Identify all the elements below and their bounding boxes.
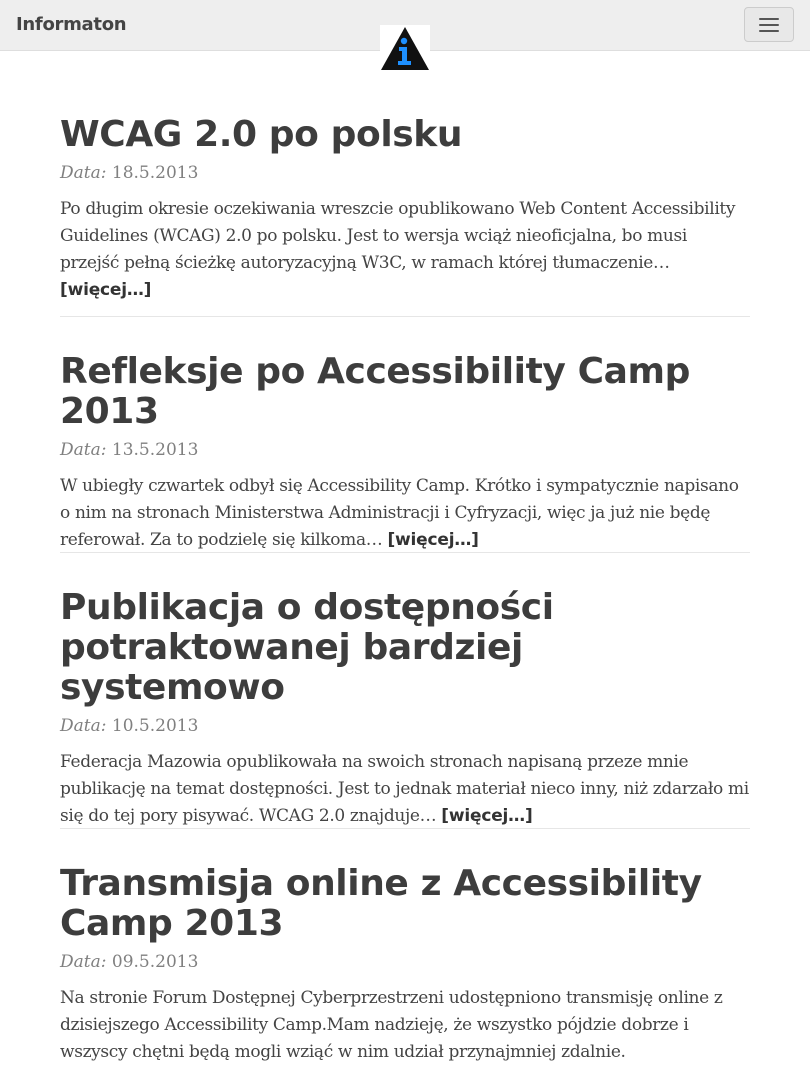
post-date: 09.5.2013: [111, 952, 199, 972]
post-title[interactable]: Refleksje po Accessibility Camp 2013: [60, 352, 750, 432]
post-date: 13.5.2013: [111, 440, 199, 460]
information-triangle-logo-icon[interactable]: [380, 25, 430, 71]
excerpt-text: Po długim okresie oczekiwania wreszcie o…: [60, 199, 736, 273]
post-excerpt: Federacja Mazowia opublikowała na swoich…: [60, 749, 750, 830]
excerpt-text: Federacja Mazowia opublikowała na swoich…: [60, 752, 749, 826]
date-label: Data:: [60, 163, 107, 183]
read-more-link[interactable]: [więcej…]: [441, 806, 532, 826]
post-title[interactable]: WCAG 2.0 po polsku: [60, 115, 750, 155]
post-excerpt: Po długim okresie oczekiwania wreszcie o…: [60, 196, 750, 304]
post-date: 10.5.2013: [111, 716, 199, 736]
post-title[interactable]: Publikacja o dostępności potraktowanej b…: [60, 588, 750, 708]
post-item: Transmisja online z Accessibility Camp 2…: [60, 864, 750, 1066]
post-excerpt: Na stronie Forum Dostępnej Cyberprzestrz…: [60, 985, 750, 1066]
brand-link[interactable]: Informaton: [16, 14, 127, 35]
post-excerpt: W ubiegły czwartek odbył się Accessibili…: [60, 473, 750, 554]
post-item: Publikacja o dostępności potraktowanej b…: [60, 588, 750, 830]
menu-toggle-button[interactable]: [744, 7, 794, 42]
hamburger-menu-icon: [759, 18, 779, 20]
read-more-link[interactable]: [więcej…]: [60, 280, 151, 300]
read-more-link[interactable]: [więcej…]: [387, 530, 478, 550]
excerpt-text: Na stronie Forum Dostępnej Cyberprzestrz…: [60, 988, 723, 1062]
hamburger-menu-icon-bar: [759, 24, 779, 26]
date-label: Data:: [60, 952, 107, 972]
post-title[interactable]: Transmisja online z Accessibility Camp 2…: [60, 864, 750, 944]
post-date: 18.5.2013: [111, 163, 199, 183]
post-meta: Data: 13.5.2013: [60, 440, 750, 460]
date-label: Data:: [60, 440, 107, 460]
post-item: WCAG 2.0 po polsku Data: 18.5.2013 Po dł…: [60, 115, 750, 304]
post-meta: Data: 09.5.2013: [60, 952, 750, 972]
post-divider: [60, 828, 750, 829]
hamburger-menu-icon-bar: [759, 30, 779, 32]
date-label: Data:: [60, 716, 107, 736]
post-meta: Data: 10.5.2013: [60, 716, 750, 736]
post-divider: [60, 316, 750, 317]
post-divider: [60, 552, 750, 553]
post-meta: Data: 18.5.2013: [60, 163, 750, 183]
post-item: Refleksje po Accessibility Camp 2013 Dat…: [60, 352, 750, 554]
